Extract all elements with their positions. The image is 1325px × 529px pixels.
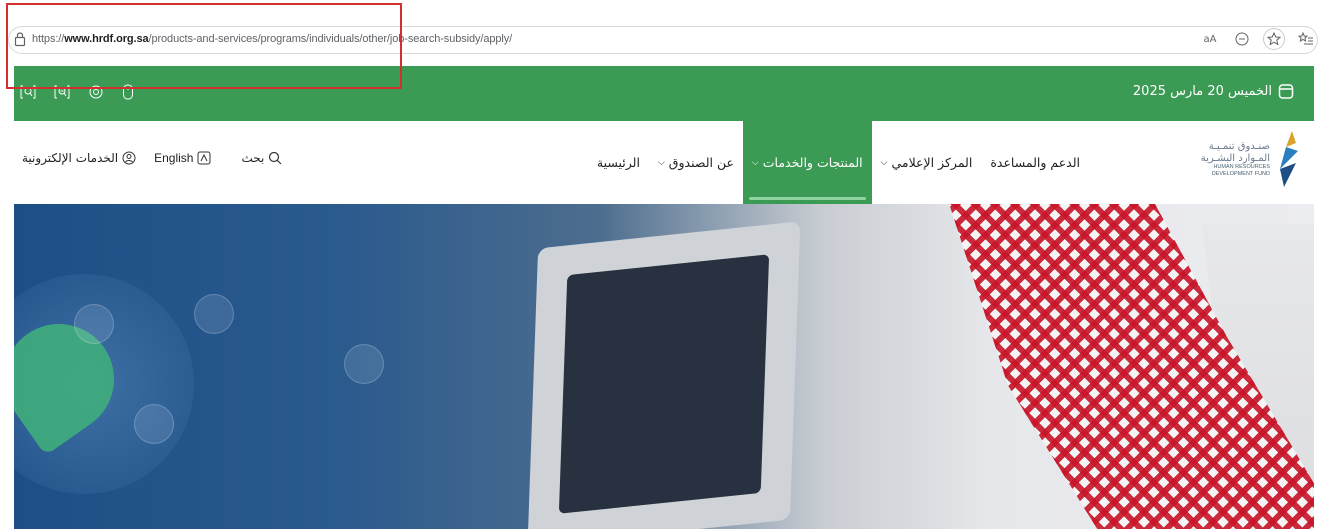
logo-en-line2: DEVELOPMENT FUND bbox=[1211, 170, 1270, 177]
hero-node bbox=[134, 404, 174, 444]
favorites-icon[interactable] bbox=[1295, 28, 1317, 50]
eservices-link[interactable]: الخدمات الإلكترونية bbox=[22, 151, 136, 165]
date-text: الخميس 20 مارس 2025 bbox=[1132, 83, 1272, 99]
text-decrease-icon[interactable] bbox=[20, 84, 36, 100]
mouse-icon[interactable] bbox=[122, 84, 134, 100]
logo-ar-line2: المـوارد البشـرية bbox=[1200, 152, 1270, 164]
read-aloud-label: aA bbox=[1203, 33, 1217, 45]
language-label: English bbox=[154, 151, 194, 165]
search-button[interactable]: بحث bbox=[241, 151, 282, 165]
hero-node bbox=[74, 304, 114, 344]
hero-laptop-screen bbox=[558, 254, 770, 514]
hero-node bbox=[194, 294, 234, 334]
user-icon bbox=[122, 151, 136, 165]
menu-label: عن الصندوق bbox=[668, 155, 734, 170]
search-icon bbox=[269, 151, 282, 165]
read-aloud-icon[interactable]: aA bbox=[1199, 28, 1221, 50]
calendar-icon bbox=[1278, 84, 1294, 99]
menu-label: الرئيسية bbox=[596, 155, 640, 170]
main-navigation: الخدمات الإلكترونية English بحث الرئيسية… bbox=[14, 121, 1314, 204]
url-domain: www.hrdf.org.sa bbox=[64, 33, 149, 45]
translate-icon bbox=[197, 151, 211, 165]
hrdf-logo[interactable]: صنـدوق تنمـيـة المـوارد البشـرية HUMAN R… bbox=[1201, 129, 1300, 189]
url-path: /products-and-services/programs/individu… bbox=[148, 33, 513, 45]
language-switch[interactable]: English bbox=[154, 151, 211, 165]
browser-toolbar: https://www.hrdf.org.sa/products-and-ser… bbox=[0, 0, 1325, 66]
menu-item-support[interactable]: الدعم والمساعدة bbox=[981, 121, 1089, 204]
star-icon[interactable] bbox=[1263, 28, 1285, 50]
eye-icon[interactable] bbox=[88, 84, 104, 100]
chevron-down-icon: ⌵ bbox=[751, 157, 759, 168]
text-increase-icon[interactable] bbox=[54, 84, 70, 100]
search-label: بحث bbox=[241, 151, 265, 165]
menu-list: الرئيسية عن الصندوق ⌵ المنتجات والخدمات ⌵ … bbox=[588, 121, 1089, 204]
menu-label: المنتجات والخدمات bbox=[762, 155, 863, 170]
menu-label: الدعم والمساعدة bbox=[990, 155, 1080, 170]
chevron-down-icon: ⌵ bbox=[880, 157, 888, 168]
current-date: الخميس 20 مارس 2025 bbox=[1133, 82, 1294, 100]
logo-mark-icon bbox=[1280, 131, 1298, 187]
zoom-icon[interactable] bbox=[1231, 28, 1253, 50]
menu-item-home[interactable]: الرئيسية bbox=[588, 121, 649, 204]
chevron-down-icon: ⌵ bbox=[657, 157, 665, 168]
lock-icon[interactable] bbox=[14, 31, 26, 47]
eservices-label: الخدمات الإلكترونية bbox=[22, 151, 119, 165]
menu-item-products-services[interactable]: المنتجات والخدمات ⌵ bbox=[742, 121, 872, 204]
menu-label: المركز الإعلامي bbox=[891, 155, 973, 170]
logo-ar-line1: صنـدوق تنمـيـة bbox=[1208, 141, 1270, 153]
hero-banner bbox=[14, 204, 1314, 529]
menu-item-media-center[interactable]: المركز الإعلامي ⌵ bbox=[872, 121, 982, 204]
accessibility-bar: الخميس 20 مارس 2025 bbox=[14, 66, 1314, 121]
url-prefix: https:// bbox=[32, 33, 65, 45]
menu-item-about[interactable]: عن الصندوق ⌵ bbox=[649, 121, 743, 204]
hero-node bbox=[344, 344, 384, 384]
url-text[interactable]: https://www.hrdf.org.sa/products-and-ser… bbox=[32, 33, 512, 45]
